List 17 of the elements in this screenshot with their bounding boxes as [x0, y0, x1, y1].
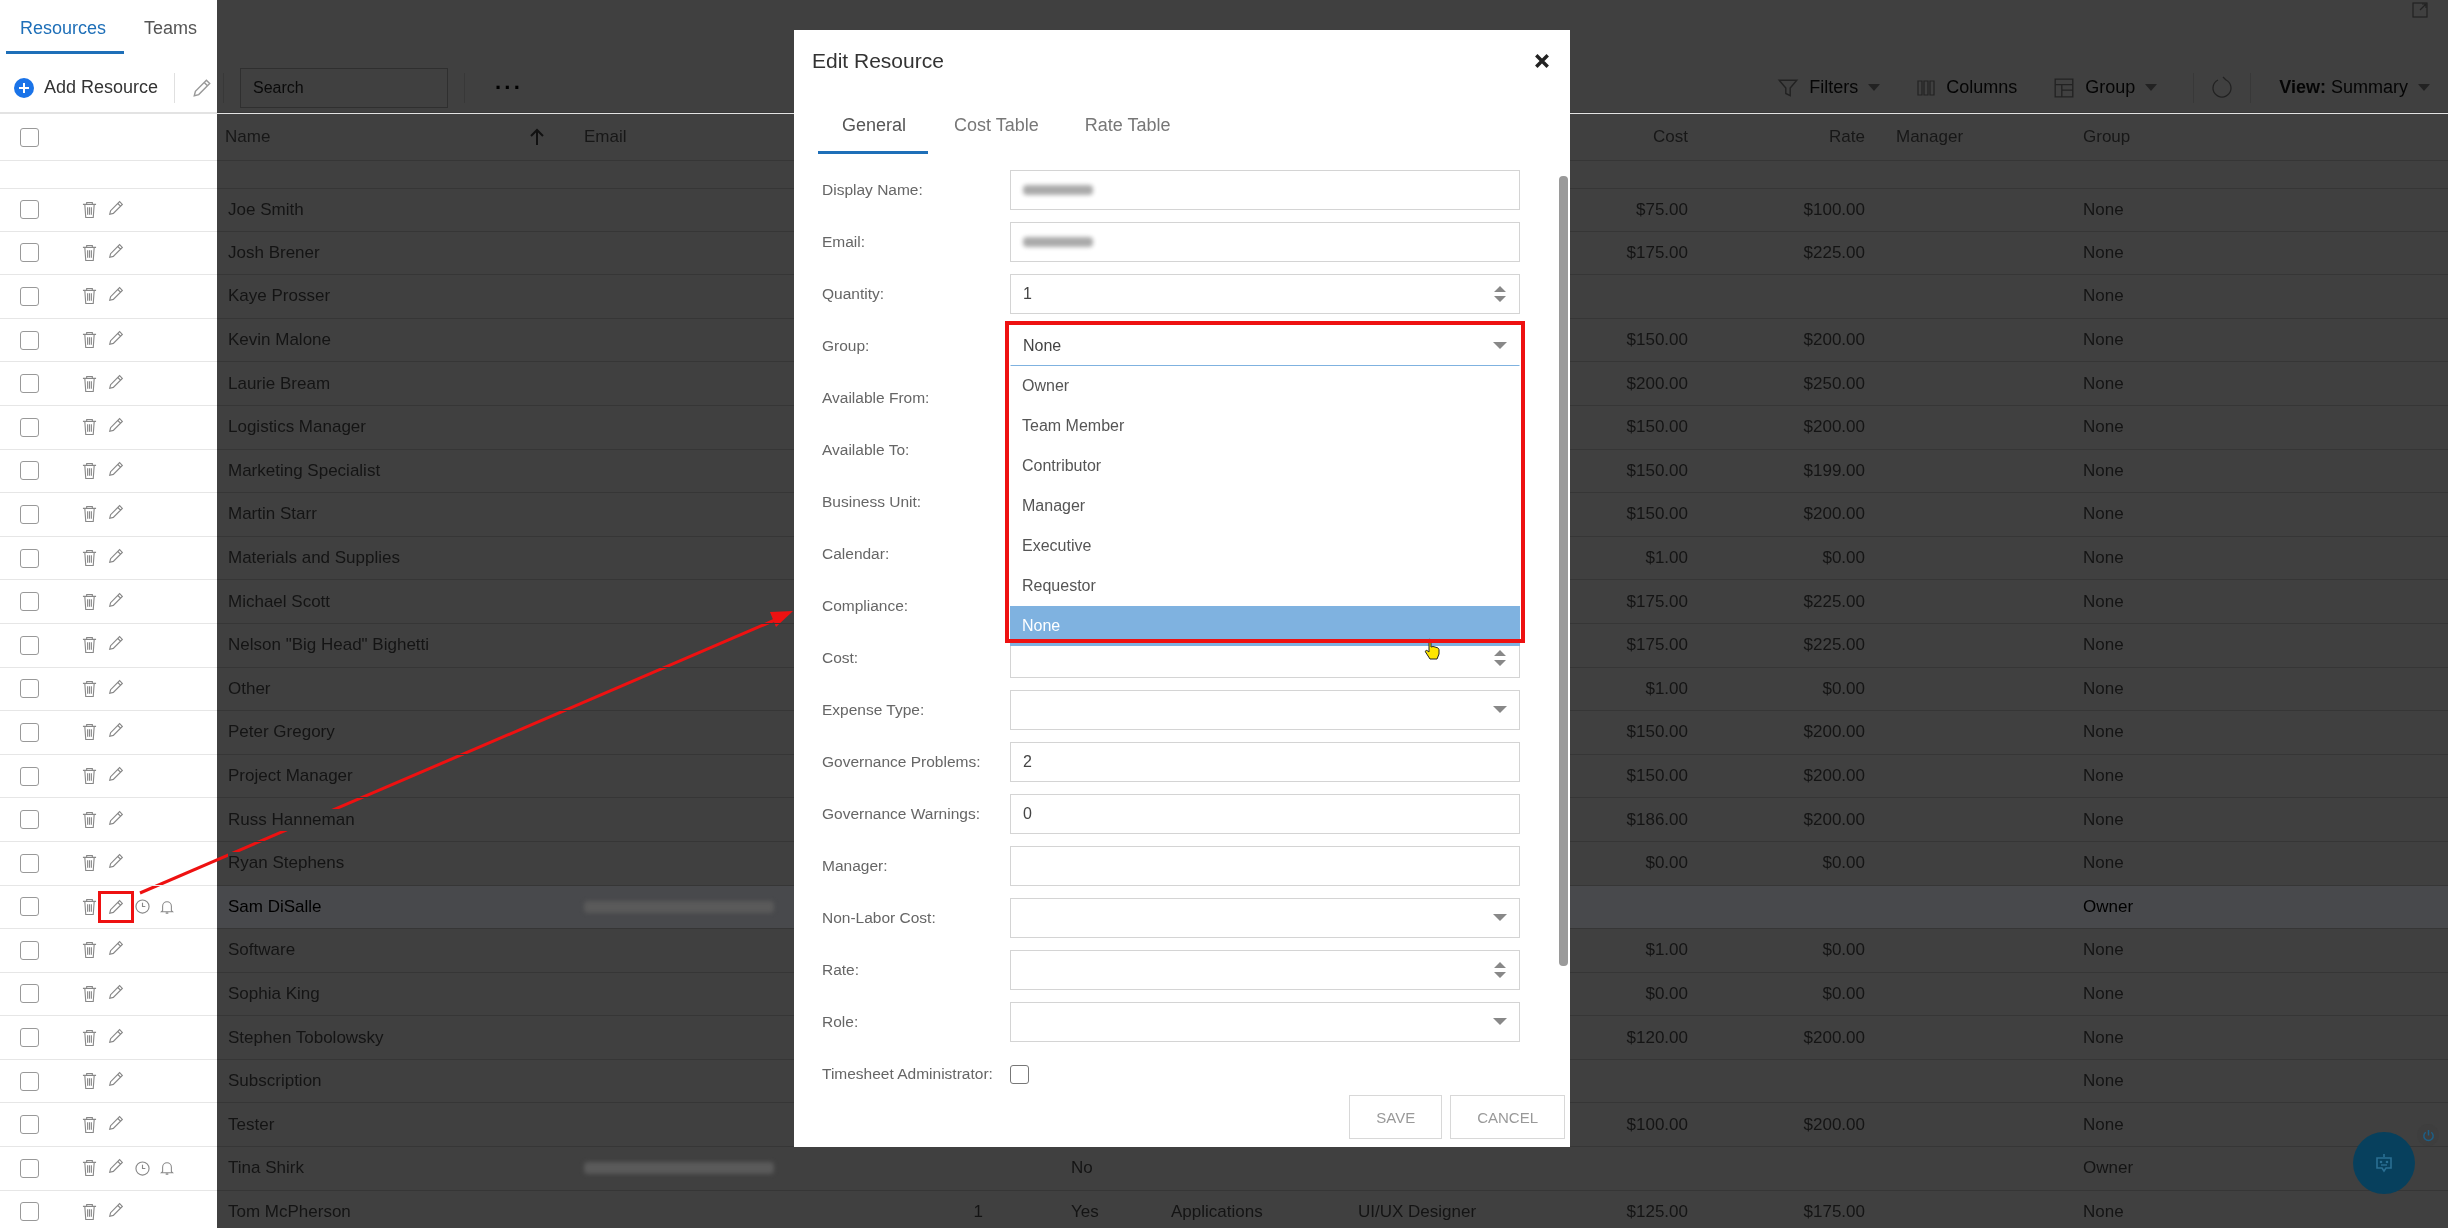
field-label: Calendar: — [822, 545, 891, 563]
field-label: Governance Warnings: — [822, 805, 981, 823]
dialog-title: Edit Resource — [812, 49, 944, 73]
field-label: Display Name: — [822, 181, 924, 199]
field-label: Non-Labor Cost: — [822, 909, 937, 927]
field-label: Quantity: — [822, 285, 886, 303]
field-label: Email: — [822, 233, 867, 251]
field-label: Compliance: — [822, 597, 910, 615]
field-label: Business Unit: — [822, 493, 923, 511]
field-label: Cost: — [822, 649, 860, 667]
field-label: Expense Type: — [822, 701, 926, 719]
field-label: Timesheet Administrator: — [822, 1065, 994, 1083]
field-label: Governance Problems: — [822, 753, 982, 771]
field-label: Manager: — [822, 857, 889, 875]
field-label: Available To: — [822, 441, 911, 459]
field-label: Available From: — [822, 389, 931, 407]
field-label: Group: — [822, 337, 871, 355]
